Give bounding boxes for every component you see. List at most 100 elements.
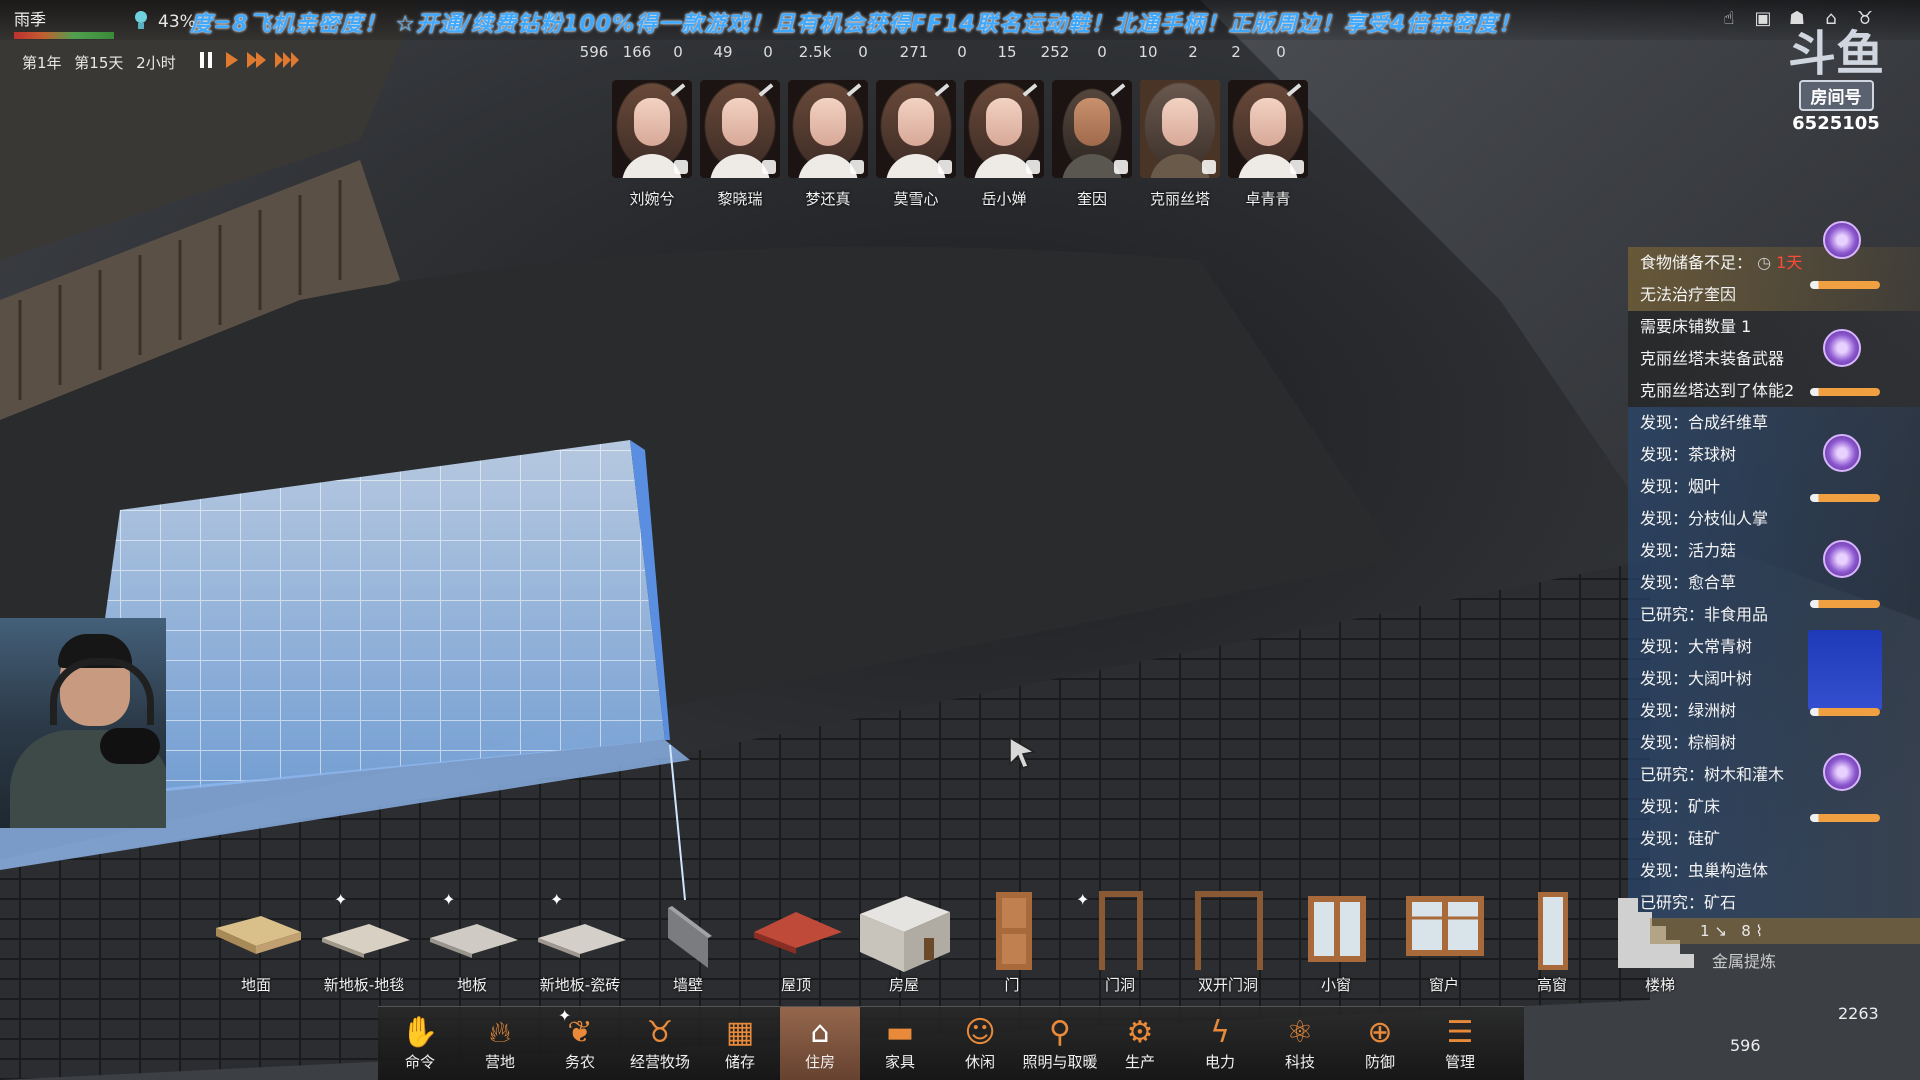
colonist-bar: 刘婉兮 黎晓瑞 梦还真 莫雪心 岳小婵 奎因 克丽丝塔 卓青青: [612, 80, 1308, 209]
notification-item[interactable]: 克丽丝塔未装备武器: [1628, 343, 1920, 375]
build-item-roof[interactable]: 屋顶: [746, 888, 846, 995]
colonist-portrait[interactable]: 黎晓瑞: [700, 80, 780, 209]
build-item-door[interactable]: 门: [962, 888, 1062, 995]
build-item-tile-floor[interactable]: ✦ 新地板-瓷砖: [530, 888, 630, 995]
colonist-name: 奎因: [1076, 190, 1107, 208]
notification-item[interactable]: 发现：活力菇: [1628, 535, 1920, 567]
house-icon: ⌂: [810, 1015, 830, 1050]
notification-item[interactable]: 发现：棕榈树: [1628, 727, 1920, 759]
rocket-avatar-icon: [1808, 630, 1882, 710]
notification-item[interactable]: 发现：硅矿: [1628, 823, 1920, 855]
resource-value: 2.5k: [798, 43, 832, 61]
notification-item[interactable]: 发现：分枝仙人掌: [1628, 503, 1920, 535]
hand-cursor-icon[interactable]: ☝: [1718, 8, 1740, 30]
colonist-portrait[interactable]: 奎因: [1052, 80, 1132, 209]
nav-defense[interactable]: ⊕ 防御: [1340, 1007, 1420, 1080]
resource-value: 252: [1040, 43, 1070, 61]
small-window-icon: [1308, 896, 1366, 962]
build-item-doorway[interactable]: ✦ 门洞: [1070, 888, 1170, 995]
notification-item[interactable]: 食物储备不足： ◷ 1天: [1628, 247, 1920, 279]
lightbulb-icon: [135, 11, 147, 29]
nav-storage[interactable]: ▦ 储存: [700, 1007, 780, 1080]
resource-value: 2: [1188, 43, 1198, 61]
build-item-house[interactable]: 房屋: [854, 888, 954, 995]
colonist-name: 黎晓瑞: [717, 190, 763, 208]
nav-farming[interactable]: ❦ 务农: [540, 1007, 620, 1080]
colonist-portrait[interactable]: 岳小婵: [964, 80, 1044, 209]
play-icon[interactable]: [224, 50, 240, 70]
notification-item[interactable]: 发现：合成纤维草: [1628, 407, 1920, 439]
colonist-portrait[interactable]: 克丽丝塔: [1140, 80, 1220, 209]
nav-furniture[interactable]: ▬ 家具: [860, 1007, 940, 1080]
nav-lighting-heating[interactable]: ⚲ 照明与取暖: [1020, 1007, 1100, 1080]
gift-progress-bar: [1810, 814, 1880, 822]
colonist-portrait[interactable]: 梦还真: [788, 80, 868, 209]
ground-tile-icon: [216, 916, 301, 954]
resource-value: 15: [997, 43, 1017, 61]
hammer-icon: [850, 160, 864, 174]
main-category-bar: ✋ 命令 🔥︎ 营地 ❦ 务农 ♉ 经营牧场 ▦ 储存 ⌂ 住房 ▬ 家具 ☺ 休闲 ⚲ 照明与取…: [378, 1006, 1524, 1080]
build-item-tall-window[interactable]: 高窗: [1502, 888, 1602, 995]
nav-camp[interactable]: 🔥︎ 营地: [460, 1007, 540, 1080]
nav-power[interactable]: ϟ 电力: [1180, 1007, 1260, 1080]
nav-production[interactable]: ⚙ 生产: [1100, 1007, 1180, 1080]
room-number: 6525105: [1792, 113, 1880, 134]
nav-command[interactable]: ✋ 命令: [380, 1007, 460, 1080]
gift-progress-bar: [1810, 494, 1880, 502]
resource-counters: 596 166 0 49 0 2.5k 0 271 0 15 252 0 10 …: [570, 43, 1330, 61]
colonist-name: 岳小婵: [981, 190, 1027, 208]
notification-item[interactable]: 已研究：树木和灌木: [1628, 759, 1920, 791]
build-item-ground[interactable]: 地面: [206, 888, 306, 995]
fastest-forward-icon[interactable]: [274, 50, 302, 70]
sleep-icon: [1202, 160, 1216, 174]
build-item-window[interactable]: 窗户: [1394, 888, 1494, 995]
build-menu: 地面 ✦ 新地板-地毯 ✦ 地板 ✦ 新地板-瓷砖 墙壁 屋顶 房屋 门 ✦ 门…: [206, 888, 1706, 994]
gift-progress-bar: [1810, 708, 1880, 716]
atom-icon: ⚛: [1286, 1015, 1314, 1050]
bed-icon: ▬: [885, 1015, 915, 1050]
colonist-portrait[interactable]: 卓青青: [1228, 80, 1308, 209]
resource-value: 0: [673, 43, 683, 61]
colonist-portrait[interactable]: 莫雪心: [876, 80, 956, 209]
nav-ranch[interactable]: ♉ 经营牧场: [620, 1007, 700, 1080]
resource-value: 596: [579, 43, 609, 61]
gift-progress-bar: [1810, 281, 1880, 289]
season-label: 雨季: [14, 10, 47, 29]
cow-icon: ♉: [646, 1015, 674, 1050]
pause-icon[interactable]: [198, 50, 214, 70]
door-icon: [996, 892, 1032, 970]
colonist-portrait[interactable]: 刘婉兮: [612, 80, 692, 209]
user-icon[interactable]: ▣: [1752, 8, 1774, 30]
nav-management[interactable]: ☰ 管理: [1420, 1007, 1500, 1080]
nav-housing[interactable]: ⌂ 住房: [780, 1007, 860, 1080]
target-icon: ⊕: [1367, 1015, 1393, 1050]
wall-icon: [668, 906, 712, 968]
notification-item[interactable]: 发现：愈合草: [1628, 567, 1920, 599]
notification-item[interactable]: 发现：茶球树: [1628, 439, 1920, 471]
nav-leisure[interactable]: ☺ 休闲: [940, 1007, 1020, 1080]
build-item-wall[interactable]: 墙壁: [638, 888, 738, 995]
torch-icon: ⚲: [1049, 1015, 1071, 1050]
stairs-count-strip: 1 ↘ 8 ⌇: [1650, 918, 1920, 944]
minimap-value: 596: [1730, 1036, 1761, 1055]
mask-icon: ☺: [964, 1015, 996, 1050]
resource-value: 0: [1097, 43, 1107, 61]
box-icon: [938, 160, 952, 174]
gift-badge-icon: [1820, 750, 1864, 791]
build-item-double-doorway[interactable]: 双开门洞: [1178, 888, 1278, 995]
new-star-icon: ✦: [558, 1006, 572, 1025]
build-item-small-window[interactable]: 小窗: [1286, 888, 1386, 995]
colonist-name: 梦还真: [805, 190, 851, 208]
notification-item[interactable]: 发现：虫巢构造体: [1628, 855, 1920, 887]
resource-value: 271: [899, 43, 929, 61]
nav-tech[interactable]: ⚛ 科技: [1260, 1007, 1340, 1080]
hammer-icon: [1114, 160, 1128, 174]
notification-item[interactable]: 需要床铺数量 1: [1628, 311, 1920, 343]
build-item-floor[interactable]: ✦ 地板: [422, 888, 522, 995]
house-icon: [860, 896, 950, 972]
fast-forward-icon[interactable]: [246, 50, 268, 70]
colonist-name: 莫雪心: [893, 190, 939, 208]
colonist-name: 卓青青: [1245, 190, 1291, 208]
hammer-icon: [1290, 160, 1304, 174]
build-item-carpet-floor[interactable]: ✦ 新地板-地毯: [314, 888, 414, 995]
